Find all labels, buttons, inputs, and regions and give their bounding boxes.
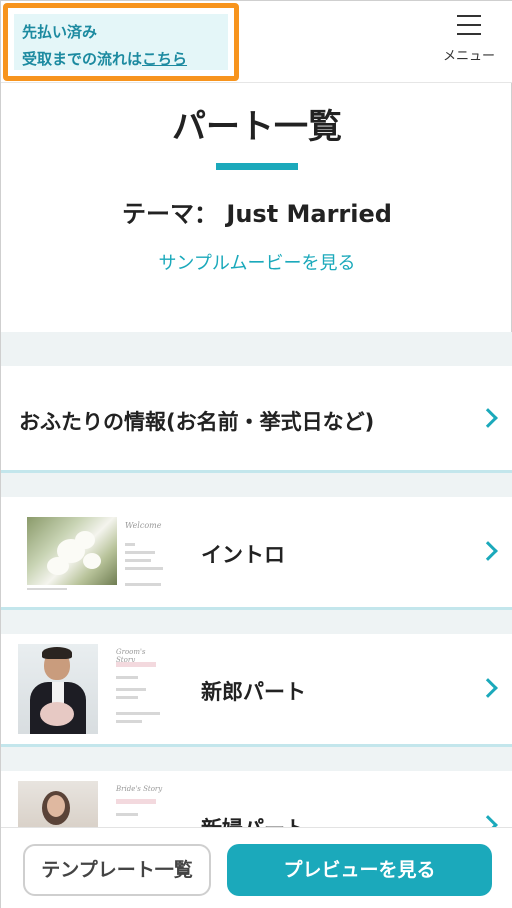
part-label: 新郎パート	[201, 680, 306, 704]
section-gap	[1, 332, 512, 366]
part-row-intro[interactable]: Welcome イントロ	[1, 497, 512, 610]
part-row-couple-info[interactable]: おふたりの情報(お名前・挙式日など)	[1, 366, 512, 473]
groom-photo	[18, 644, 98, 734]
theme-label: テーマ：	[122, 200, 219, 228]
hamburger-icon	[457, 15, 481, 35]
flower-photo	[27, 517, 117, 585]
intro-thumbnail: Welcome	[27, 517, 167, 595]
preview-button[interactable]: プレビューを見る	[227, 844, 492, 896]
thumb-script-title: Welcome	[125, 521, 162, 530]
header: 先払い済み 受取までの流れはこちら メニュー	[1, 1, 512, 83]
chevron-right-icon	[478, 541, 498, 561]
part-label: イントロ	[201, 543, 285, 567]
menu-button[interactable]: メニュー	[441, 13, 497, 69]
section-gap	[1, 473, 512, 497]
prepaid-status-text: 先払い済み	[22, 23, 98, 41]
delivery-flow-link[interactable]: こちら	[142, 50, 187, 68]
part-label: おふたりの情報(お名前・挙式日など)	[19, 410, 375, 434]
footer-actions: テンプレート一覧 プレビューを見る	[1, 827, 512, 908]
payment-notice-body: 先払い済み 受取までの流れはこちら	[14, 14, 228, 70]
theme-name: Just Married	[226, 200, 392, 228]
chevron-right-icon	[478, 678, 498, 698]
thumb-script-title: Bride's Story	[116, 785, 163, 793]
bride-photo	[18, 781, 98, 831]
section-gap	[1, 747, 512, 771]
delivery-flow-text: 受取までの流れはこちら	[22, 46, 220, 73]
part-row-groom[interactable]: Groom's Story 新郎パート	[1, 634, 512, 747]
chevron-right-icon	[478, 408, 498, 428]
title-underline	[216, 163, 298, 170]
menu-label: メニュー	[442, 49, 495, 64]
theme-heading: テーマ： Just Married	[1, 194, 512, 229]
template-list-button[interactable]: テンプレート一覧	[23, 844, 211, 896]
payment-notice: 先払い済み 受取までの流れはこちら	[3, 3, 239, 81]
section-gap	[1, 610, 512, 634]
delivery-flow-prefix: 受取までの流れは	[22, 50, 143, 68]
groom-thumbnail: Groom's Story	[18, 644, 163, 734]
page-title: パート一覧	[172, 107, 342, 147]
sample-movie-link[interactable]: サンプルムービーを見る	[1, 249, 512, 275]
